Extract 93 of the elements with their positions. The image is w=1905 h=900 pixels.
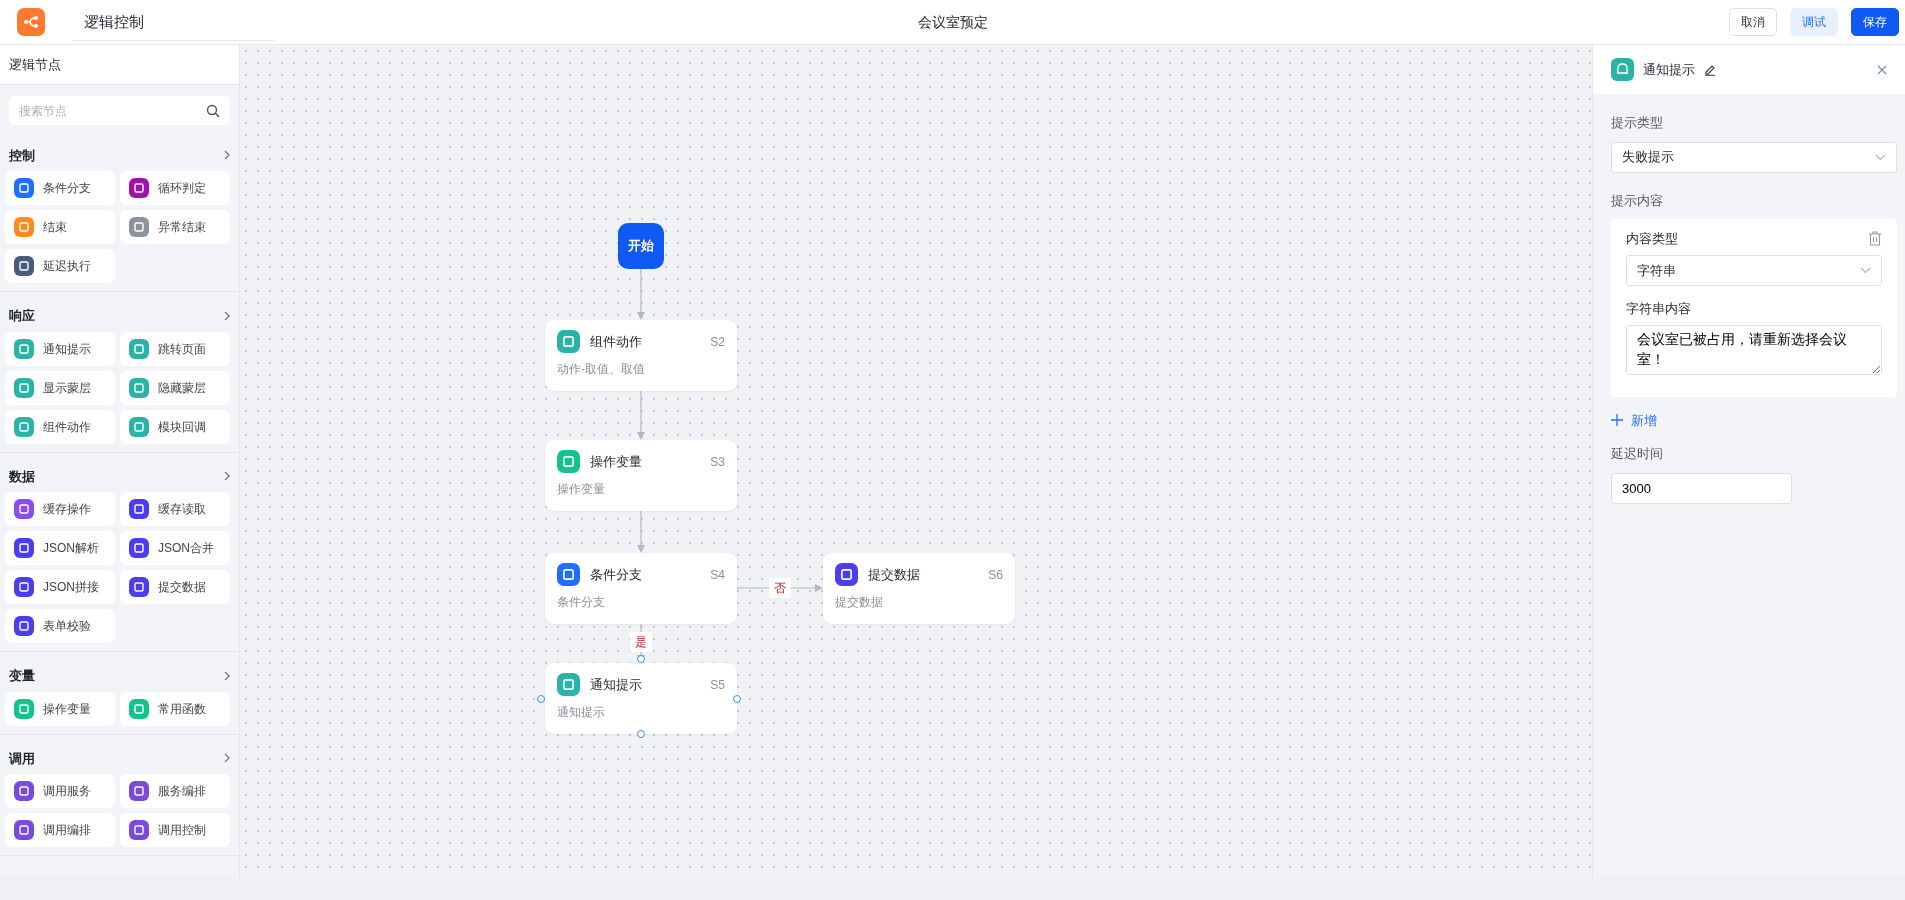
add-link[interactable]: 新增 (1611, 410, 1657, 430)
node-palette-item[interactable]: 条件分支 (5, 171, 115, 205)
node-subtitle: 提交数据 (835, 594, 884, 611)
section-title: 变量 (9, 667, 35, 685)
connector-arrow (637, 390, 645, 440)
node-palette-item[interactable]: JSON拼接 (5, 570, 115, 604)
node-palette-item[interactable]: 结束 (5, 210, 115, 244)
start-node[interactable]: 开始 (618, 223, 664, 269)
node-title: 组件动作 (590, 332, 643, 351)
app-title: 逻辑控制 (72, 3, 274, 41)
node-id: S4 (710, 566, 725, 584)
chevron-icon[interactable] (224, 471, 230, 482)
node-palette-item[interactable]: 调用服务 (5, 774, 115, 808)
toolbar-button[interactable]: 取消 (1728, 8, 1777, 36)
node-palette-item[interactable]: 提交数据 (120, 570, 230, 604)
field-label: 内容类型 (1626, 230, 1678, 248)
node-palette-item[interactable]: 调用控制 (120, 813, 230, 847)
branch-label: 是 (630, 632, 652, 652)
node-palette-item[interactable]: 循环判定 (120, 171, 230, 205)
node-subtitle: 通知提示 (557, 704, 606, 721)
section-title: 控制 (9, 146, 35, 165)
search-icon (206, 103, 220, 118)
section-title: 数据 (9, 467, 35, 486)
node-palette-item[interactable]: 隐藏蒙层 (120, 370, 230, 405)
select-field[interactable]: 字符串 (1626, 255, 1882, 286)
panel-title: 通知提示 (1643, 60, 1695, 79)
node-subtitle: 动作-取值、取值 (557, 361, 646, 378)
connection-handle[interactable] (637, 730, 645, 738)
close-icon[interactable] (1877, 64, 1887, 75)
chevron-down-icon (1875, 153, 1886, 161)
node-palette-item[interactable]: 操作变量 (5, 691, 115, 726)
field-label: 提示内容 (1611, 191, 1664, 210)
search-field[interactable]: 搜索节点 (9, 96, 230, 125)
node-palette-item[interactable]: 缓存操作 (5, 492, 115, 526)
node-id: S2 (710, 333, 725, 351)
section-title: 调用 (9, 749, 35, 768)
flow-node[interactable]: 操作变量 S3 操作变量 (545, 440, 737, 511)
connection-handle[interactable] (637, 655, 645, 663)
chevron-down-icon (1860, 267, 1871, 274)
node-palette-item[interactable]: 缓存读取 (120, 492, 230, 526)
connection-handle[interactable] (733, 694, 741, 703)
connector-arrow (637, 510, 645, 553)
field-label: 提示类型 (1611, 114, 1664, 132)
node-palette-item[interactable]: 服务编排 (120, 774, 230, 808)
flow-node[interactable]: 组件动作 S2 动作-取值、取值 (545, 320, 737, 391)
node-title: 通知提示 (590, 675, 643, 694)
node-subtitle: 条件分支 (557, 594, 606, 611)
node-title: 条件分支 (590, 565, 643, 584)
node-subtitle: 操作变量 (557, 481, 606, 498)
sidebar-title: 逻辑节点 (0, 45, 239, 85)
select-value: 字符串 (1637, 261, 1676, 280)
plus-icon (1611, 414, 1623, 427)
toolbar-button[interactable]: 保存 (1850, 8, 1899, 36)
node-id: S3 (710, 453, 725, 471)
select-value: 失败提示 (1622, 148, 1674, 167)
node-palette-item[interactable]: JSON合并 (120, 531, 230, 565)
node-palette-item[interactable]: 组件动作 (5, 409, 115, 444)
chevron-icon[interactable] (224, 753, 230, 764)
node-title: 操作变量 (590, 452, 643, 471)
field-label: 延迟时间 (1611, 445, 1664, 463)
node-id: S6 (988, 566, 1003, 584)
field-label: 字符串内容 (1626, 300, 1692, 318)
branch-label: 否 (769, 578, 791, 598)
node-palette-item[interactable]: 常用函数 (120, 691, 230, 726)
edit-icon[interactable] (1704, 63, 1716, 76)
node-palette-item[interactable]: 延迟执行 (5, 249, 115, 283)
chevron-icon[interactable] (224, 670, 230, 681)
bell-icon (1611, 58, 1634, 81)
page-title: 会议室预定 (917, 14, 988, 30)
section-title: 响应 (9, 307, 35, 325)
chevron-icon[interactable] (224, 150, 230, 161)
node-palette-item[interactable]: 表单校验 (5, 609, 115, 643)
chevron-icon[interactable] (224, 310, 230, 321)
node-palette-item[interactable]: 显示蒙层 (5, 370, 115, 405)
flow-node[interactable]: 条件分支 S4 条件分支 (545, 553, 737, 624)
node-palette-item[interactable]: 跳转页面 (120, 331, 230, 366)
toolbar-button[interactable]: 调试 (1789, 8, 1838, 36)
connector-arrow (637, 268, 645, 320)
app-logo (17, 8, 45, 36)
node-palette-item[interactable]: 异常结束 (120, 210, 230, 244)
text-area[interactable]: 会议室已被占用，请重新选择会议室！ (1626, 325, 1882, 375)
connection-handle[interactable] (537, 694, 545, 703)
node-title: 提交数据 (868, 565, 921, 584)
input-field[interactable]: 3000 (1611, 472, 1792, 504)
node-palette-item[interactable]: 调用编排 (5, 813, 115, 847)
trash-icon[interactable] (1868, 231, 1882, 247)
node-palette-item[interactable]: JSON解析 (5, 531, 115, 565)
flow-node[interactable]: 提交数据 S6 提交数据 (823, 553, 1015, 624)
flow-node[interactable]: 通知提示 S5 通知提示 (545, 663, 737, 734)
node-palette-item[interactable]: 通知提示 (5, 331, 115, 366)
node-palette-item[interactable]: 模块回调 (120, 409, 230, 444)
select-field[interactable]: 失败提示 (1611, 141, 1897, 173)
node-id: S5 (710, 676, 725, 694)
